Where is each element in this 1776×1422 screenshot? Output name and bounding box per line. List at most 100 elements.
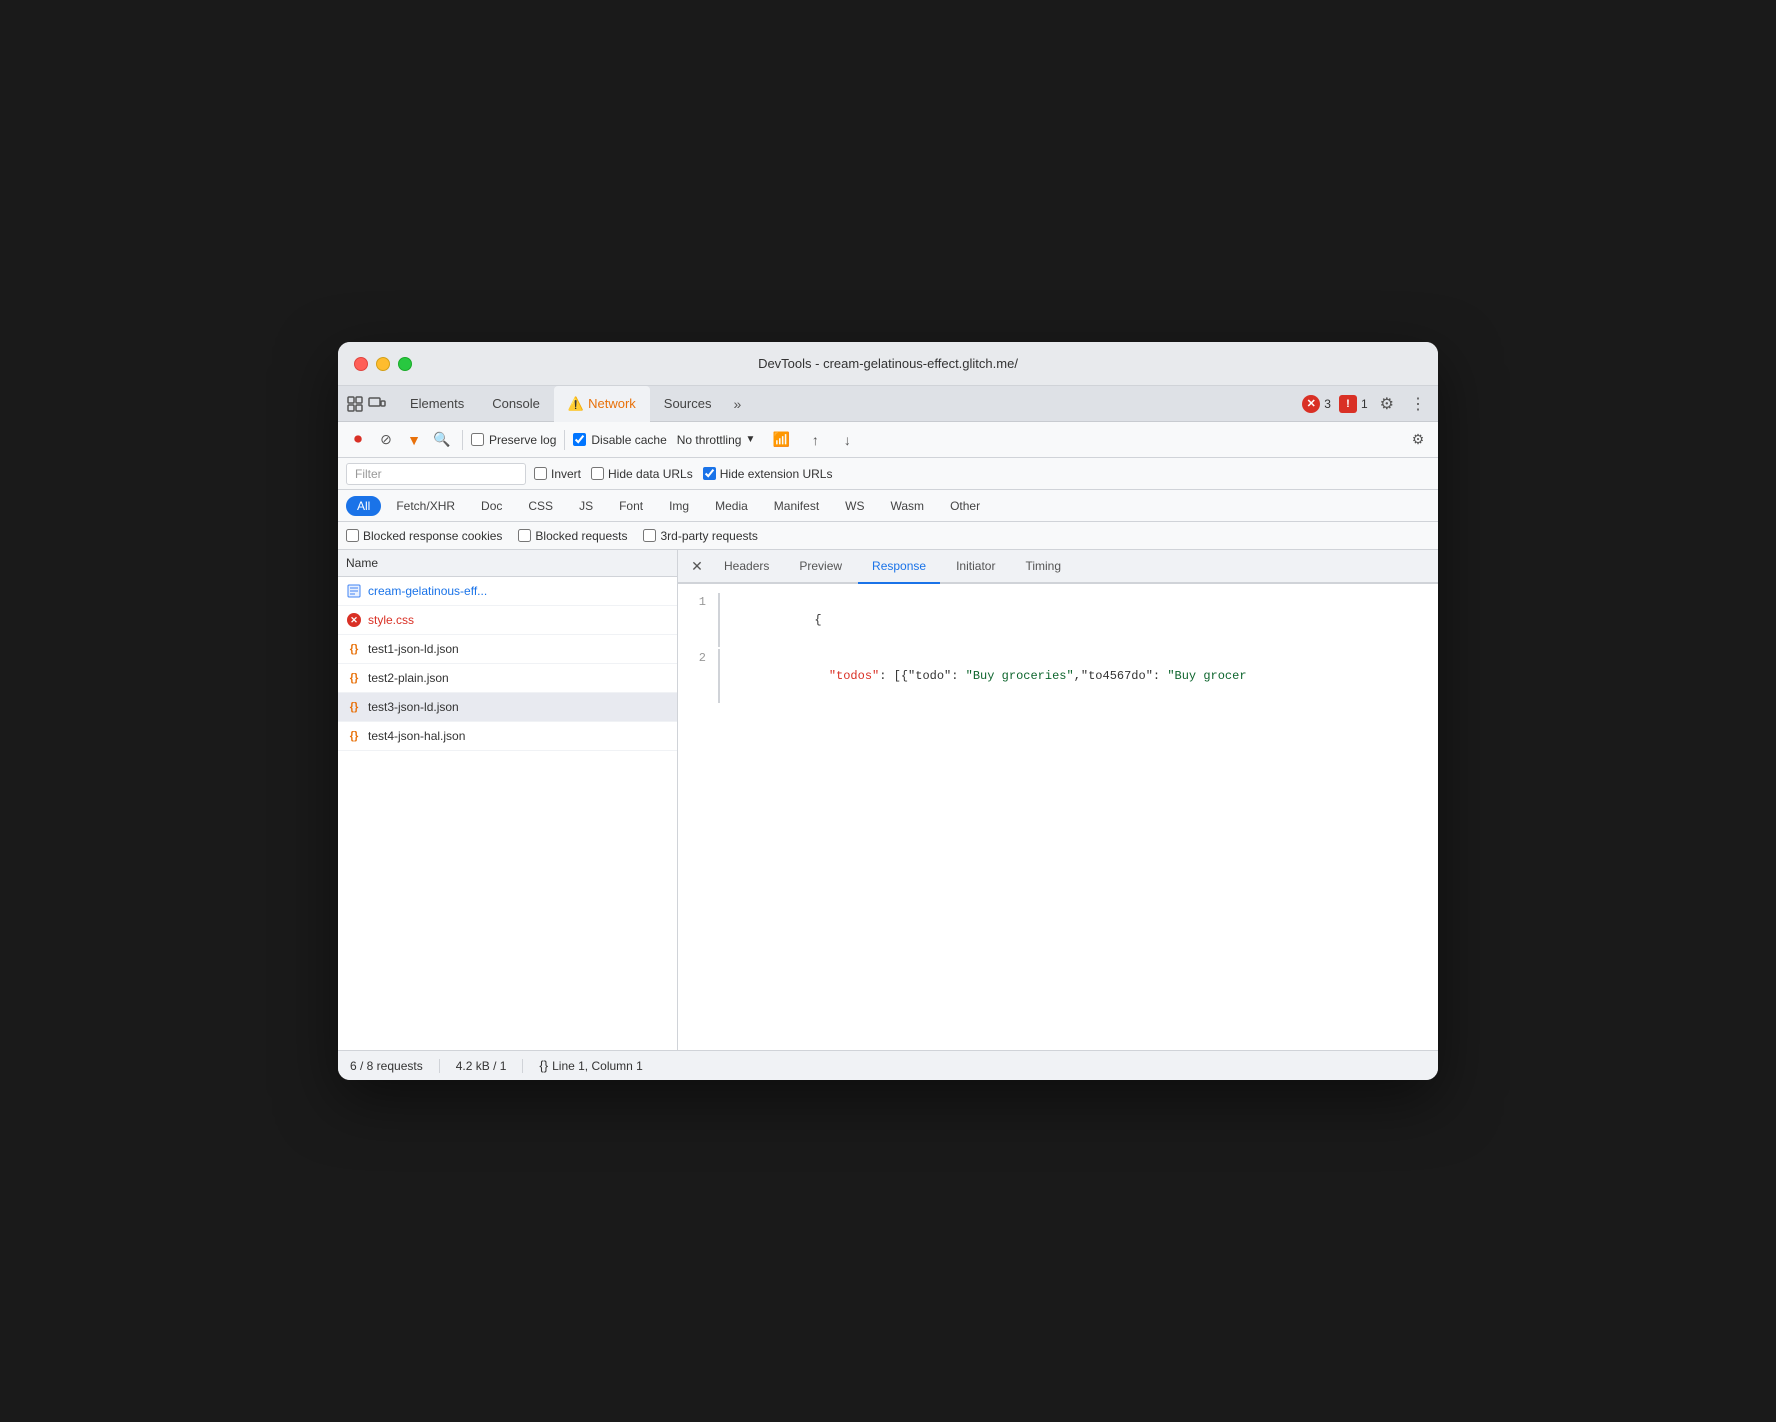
- file-list-header: Name: [338, 550, 677, 577]
- json-icon: {}: [346, 670, 362, 686]
- warning-icon: ⚠️: [568, 396, 584, 412]
- hide-ext-urls-checkbox[interactable]: [703, 467, 716, 480]
- devtools-window: DevTools - cream-gelatinous-effect.glitc…: [338, 342, 1438, 1080]
- tab-timing[interactable]: Timing: [1011, 550, 1075, 583]
- file-item-test3[interactable]: {} test3-json-ld.json: [338, 693, 677, 722]
- error-icon: ✕: [1302, 395, 1320, 413]
- tab-elements[interactable]: Elements: [396, 386, 478, 422]
- type-btn-doc[interactable]: Doc: [470, 496, 513, 516]
- type-btn-other[interactable]: Other: [939, 496, 991, 516]
- invert-label[interactable]: Invert: [534, 467, 581, 481]
- file-item-test1[interactable]: {} test1-json-ld.json: [338, 635, 677, 664]
- json-icon: {}: [346, 641, 362, 657]
- file-item-test4[interactable]: {} test4-json-hal.json: [338, 722, 677, 751]
- download-icon[interactable]: ↓: [835, 428, 859, 452]
- type-btn-wasm[interactable]: Wasm: [880, 496, 936, 516]
- json-icon: {}: [346, 699, 362, 715]
- invert-checkbox[interactable]: [534, 467, 547, 480]
- third-party-checkbox[interactable]: [643, 529, 656, 542]
- type-btn-all[interactable]: All: [346, 496, 381, 516]
- error-icon: ✕: [346, 612, 362, 628]
- third-party-label[interactable]: 3rd-party requests: [643, 529, 757, 543]
- error-badge: ✕ 3: [1302, 395, 1331, 413]
- tab-initiator[interactable]: Initiator: [942, 550, 1009, 583]
- more-tabs-button[interactable]: »: [725, 396, 749, 412]
- network-toolbar: ⏺ ⊘ ▼ 🔍 Preserve log Disable cache No th…: [338, 422, 1438, 458]
- position-status: Line 1, Column 1: [552, 1059, 643, 1073]
- blocked-cookies-checkbox[interactable]: [346, 529, 359, 542]
- line-content: {: [718, 593, 822, 647]
- blocked-requests-checkbox[interactable]: [518, 529, 531, 542]
- status-bar: 6 / 8 requests 4.2 kB / 1 {} Line 1, Col…: [338, 1050, 1438, 1080]
- disable-cache-label[interactable]: Disable cache: [573, 433, 666, 447]
- settings-icon[interactable]: ⚙: [1376, 392, 1398, 416]
- throttle-selector[interactable]: No throttling ▼: [671, 431, 762, 449]
- filter-icon[interactable]: ▼: [402, 428, 426, 452]
- chevron-down-icon: ▼: [745, 434, 755, 445]
- warning-icon: !: [1339, 395, 1357, 413]
- requests-status: 6 / 8 requests: [350, 1059, 440, 1073]
- device-toggle-icon[interactable]: [368, 394, 388, 414]
- inspector-icon[interactable]: [346, 394, 366, 414]
- more-options-icon[interactable]: ⋮: [1406, 392, 1430, 416]
- file-name: style.css: [368, 613, 414, 627]
- maximize-button[interactable]: [398, 357, 412, 371]
- file-name: test2-plain.json: [368, 671, 449, 685]
- settings-icon-2[interactable]: ⚙: [1406, 428, 1430, 452]
- file-item-stylecss[interactable]: ✕ style.css: [338, 606, 677, 635]
- filter-input[interactable]: [346, 463, 526, 485]
- record-button[interactable]: ⏺: [346, 428, 370, 452]
- type-btn-css[interactable]: CSS: [517, 496, 564, 516]
- type-btn-ws[interactable]: WS: [834, 496, 875, 516]
- type-btn-manifest[interactable]: Manifest: [763, 496, 830, 516]
- clear-button[interactable]: ⊘: [374, 428, 398, 452]
- tab-response[interactable]: Response: [858, 550, 940, 584]
- line-number: 2: [678, 649, 718, 703]
- hide-ext-urls-label[interactable]: Hide extension URLs: [703, 467, 833, 481]
- hide-data-urls-checkbox[interactable]: [591, 467, 604, 480]
- tab-preview[interactable]: Preview: [785, 550, 856, 583]
- blocked-requests-label[interactable]: Blocked requests: [518, 529, 627, 543]
- tab-console[interactable]: Console: [478, 386, 554, 422]
- code-area: 1 { 2 "todos": [{"todo": "Buy groceries"…: [678, 584, 1438, 1050]
- line-content: "todos": [{"todo": "Buy groceries","to45…: [718, 649, 1247, 703]
- error-count: 3: [1324, 397, 1331, 411]
- extras-row: Blocked response cookies Blocked request…: [338, 522, 1438, 550]
- upload-icon[interactable]: ↑: [803, 428, 827, 452]
- json-icon: {}: [346, 728, 362, 744]
- preserve-log-label[interactable]: Preserve log: [471, 433, 556, 447]
- code-line-2: 2 "todos": [{"todo": "Buy groceries","to…: [678, 648, 1438, 704]
- disable-cache-checkbox[interactable]: [573, 433, 586, 446]
- file-name: test1-json-ld.json: [368, 642, 459, 656]
- search-icon[interactable]: 🔍: [430, 428, 454, 452]
- file-name: test4-json-hal.json: [368, 729, 465, 743]
- line-number: 1: [678, 593, 718, 647]
- type-btn-fetch-xhr[interactable]: Fetch/XHR: [385, 496, 466, 516]
- separator-1: [462, 430, 463, 450]
- hide-data-urls-label[interactable]: Hide data URLs: [591, 467, 693, 481]
- file-item-test2[interactable]: {} test2-plain.json: [338, 664, 677, 693]
- detail-panel: ✕ Headers Preview Response Initiator Tim…: [678, 550, 1438, 1050]
- filter-options: Invert Hide data URLs Hide extension URL…: [534, 467, 832, 481]
- tab-sources[interactable]: Sources: [650, 386, 726, 422]
- type-btn-media[interactable]: Media: [704, 496, 759, 516]
- tab-network[interactable]: ⚠️ Network: [554, 386, 650, 422]
- preserve-log-checkbox[interactable]: [471, 433, 484, 446]
- devtools-tabs: Elements Console ⚠️ Network Sources » ✕ …: [338, 386, 1438, 422]
- type-btn-font[interactable]: Font: [608, 496, 654, 516]
- wifi-icon[interactable]: 📶: [769, 428, 793, 452]
- close-detail-button[interactable]: ✕: [686, 555, 708, 577]
- file-name: test3-json-ld.json: [368, 700, 459, 714]
- tab-headers[interactable]: Headers: [710, 550, 783, 583]
- traffic-lights: [354, 357, 412, 371]
- close-button[interactable]: [354, 357, 368, 371]
- blocked-cookies-label[interactable]: Blocked response cookies: [346, 529, 502, 543]
- format-icon[interactable]: {}: [539, 1058, 548, 1073]
- type-btn-img[interactable]: Img: [658, 496, 700, 516]
- size-status: 4.2 kB / 1: [456, 1059, 524, 1073]
- minimize-button[interactable]: [376, 357, 390, 371]
- file-item-cream[interactable]: cream-gelatinous-eff...: [338, 577, 677, 606]
- type-filter-row: All Fetch/XHR Doc CSS JS Font Img Media …: [338, 490, 1438, 522]
- code-line-1: 1 {: [678, 592, 1438, 648]
- type-btn-js[interactable]: JS: [568, 496, 604, 516]
